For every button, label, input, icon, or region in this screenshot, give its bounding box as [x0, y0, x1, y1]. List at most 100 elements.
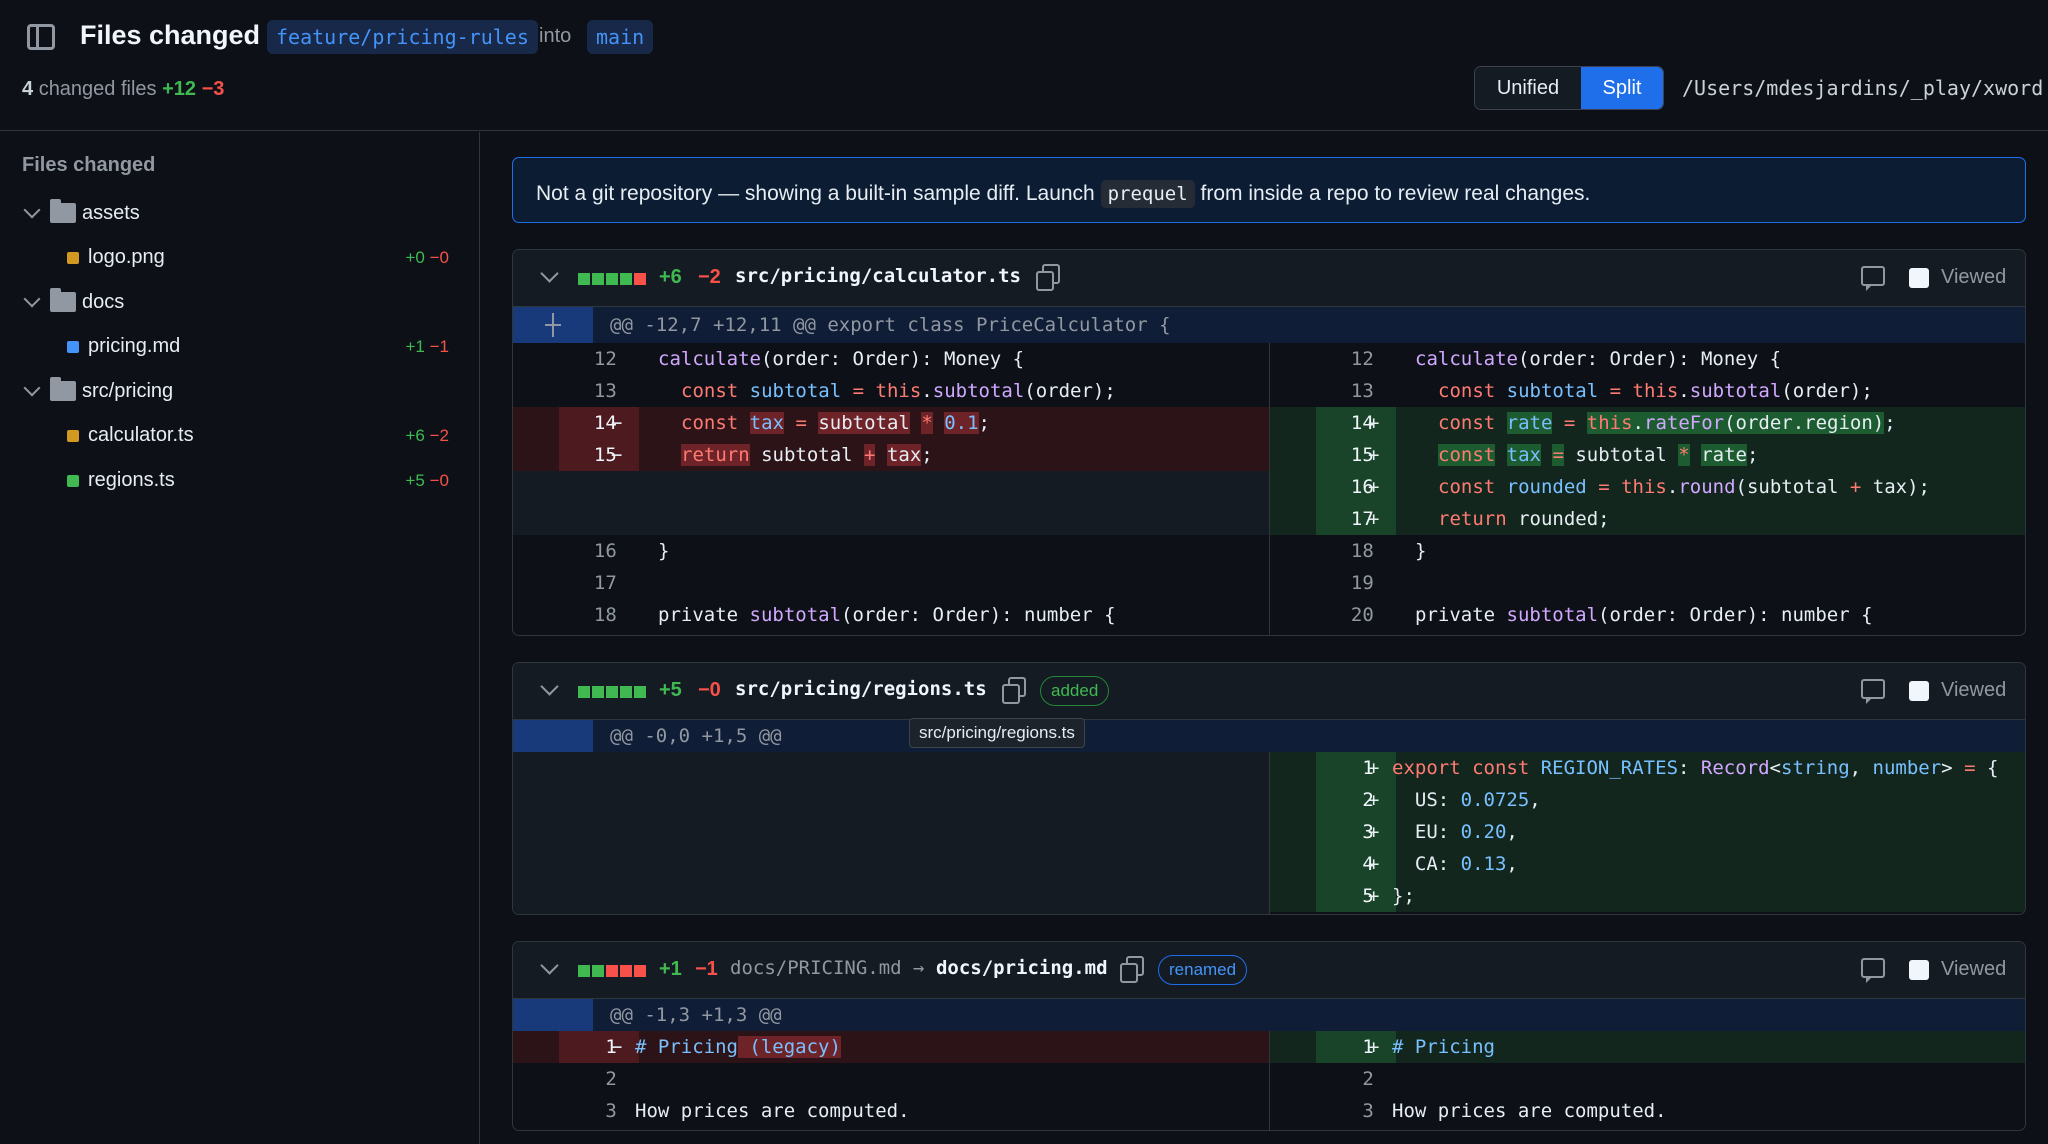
expand-icon[interactable]: [545, 313, 561, 337]
tree-label: assets: [82, 202, 140, 224]
tree-label: regions.ts: [88, 469, 175, 491]
diff-line-deleted: 14− const tax = subtotal * 0.1;: [513, 407, 1269, 439]
diff-line: 17: [593, 572, 617, 594]
tree-folder-src-pricing[interactable]: src/pricing: [0, 372, 479, 412]
head-branch[interactable]: feature/pricing-rules: [267, 20, 538, 54]
diff-line-added: 3 + EU: 0.20,: [1270, 816, 2025, 848]
command-pill: prequel: [1100, 180, 1195, 208]
diff-line: 13 const subtotal = this.subtotal(order);: [593, 380, 1116, 402]
base-branch[interactable]: main: [587, 20, 654, 54]
diff-line: 20 private subtotal(order: Order): number…: [1350, 604, 1873, 626]
file-header: +6 −2 src/pricing/calculator.ts Viewed: [513, 250, 2025, 307]
header: Files changed feature/pricing-rules into…: [0, 0, 2048, 131]
file-name: src/pricing/calculator.ts: [735, 265, 1021, 287]
deletions-count: −0: [698, 679, 721, 701]
viewed-checkbox[interactable]: [1909, 960, 1929, 980]
sidebar-title: Files changed: [22, 154, 156, 176]
tree-file-regions[interactable]: regions.ts +5 −0: [0, 461, 479, 501]
hunk-header: @@ -0,0 +1,5 @@: [513, 720, 2025, 752]
diff-filler: [513, 752, 1269, 914]
file-stat: +6 −2: [405, 426, 449, 445]
folder-icon: [50, 288, 76, 312]
viewed-label: Viewed: [1941, 679, 2007, 701]
deletions-count: −1: [695, 958, 718, 980]
deletions-count: −2: [698, 266, 721, 288]
file-header: +1 −1 docs/PRICING.md → docs/pricing.md …: [513, 942, 2025, 999]
unified-button[interactable]: Unified: [1475, 67, 1581, 109]
additions-count: +1: [659, 958, 682, 980]
chevron-down-icon[interactable]: [540, 264, 559, 283]
file-diff-pricing-md: +1 −1 docs/PRICING.md → docs/pricing.md …: [512, 941, 2026, 1131]
tree-folder-docs[interactable]: docs: [0, 283, 479, 323]
status-badge: added: [1040, 676, 1110, 706]
hunk-header: @@ -1,3 +1,3 @@: [513, 999, 2025, 1031]
chevron-down-icon: [23, 379, 41, 397]
sidebar-toggle-icon[interactable]: [27, 24, 55, 50]
tree-label: pricing.md: [88, 335, 181, 357]
additions-count: +6: [659, 266, 682, 288]
diffstat-blocks: [578, 273, 646, 285]
chevron-down-icon[interactable]: [540, 956, 559, 975]
file-tree-sidebar: Files changed assets logo.png +0 −0 docs…: [0, 132, 480, 1144]
folder-icon: [50, 199, 76, 223]
viewed-checkbox[interactable]: [1909, 268, 1929, 288]
chevron-down-icon: [23, 201, 41, 219]
copy-icon[interactable]: [1036, 264, 1060, 291]
viewed-checkbox[interactable]: [1909, 681, 1929, 701]
tree-file-logo[interactable]: logo.png +0 −0: [0, 238, 479, 278]
split-button[interactable]: Split: [1581, 67, 1663, 109]
into-label: into: [539, 25, 572, 47]
repo-path: /Users/mdesjardins/_play/xword: [1682, 76, 2044, 100]
diff-line: 2: [1362, 1068, 1374, 1090]
file-status-dot: [67, 341, 79, 353]
diff-line: 3 How prices are computed.: [605, 1100, 910, 1122]
diff-line-added: 14 + const rate = this.rateFor(order.regio…: [1270, 407, 2025, 439]
diff-line-added: 1 + # Pricing: [1270, 1031, 2025, 1063]
diff-line: 18}: [1350, 540, 1427, 562]
tree-file-calculator[interactable]: calculator.ts +6 −2: [0, 416, 479, 456]
diff-line: 13 const subtotal = this.subtotal(order);: [1350, 380, 1873, 402]
diff-line: 12 calculate(order: Order): Money {: [593, 348, 1025, 370]
diff-line: 3 How prices are computed.: [1362, 1100, 1667, 1122]
hunk-header: @@ -12,7 +12,11 @@ export class PriceCal…: [513, 307, 2025, 343]
file-stat: +5 −0: [405, 471, 449, 490]
comment-icon[interactable]: [1861, 958, 1885, 983]
diff-line-deleted: 1− # Pricing (legacy): [513, 1031, 1269, 1063]
tree-label: docs: [82, 291, 125, 313]
copy-icon[interactable]: [1002, 677, 1026, 704]
diff-line-added: 16 + const rounded = this.round(subtotal +…: [1270, 471, 2025, 503]
folder-icon: [50, 377, 76, 401]
info-banner: Not a git repository — showing a built-i…: [512, 157, 2026, 223]
tree-file-pricing-md[interactable]: pricing.md +1 −1: [0, 327, 479, 367]
copy-icon[interactable]: [1120, 956, 1144, 983]
diff-line: 2: [605, 1068, 617, 1090]
page-title: Files changed: [80, 20, 261, 50]
chevron-down-icon[interactable]: [540, 677, 559, 696]
file-stat: +1 −1: [405, 337, 449, 356]
file-header: +5 −0 src/pricing/regions.ts added Viewe…: [513, 663, 2025, 720]
changed-files-summary: 4 changed files +12 −3: [22, 78, 225, 100]
diff-line: 16}: [593, 540, 670, 562]
viewed-label: Viewed: [1941, 958, 2007, 980]
file-name: src/pricing/regions.ts: [735, 678, 987, 700]
diff-line-added: 17 + return rounded;: [1270, 503, 2025, 535]
tree-folder-assets[interactable]: assets: [0, 194, 479, 234]
tree-label: calculator.ts: [88, 424, 194, 446]
comment-icon[interactable]: [1861, 266, 1885, 291]
tree-label: src/pricing: [82, 380, 174, 402]
file-path-tooltip: src/pricing/regions.ts: [909, 718, 1085, 748]
file-stat: +0 −0: [405, 248, 449, 267]
comment-icon[interactable]: [1861, 679, 1885, 704]
file-diff-regions: +5 −0 src/pricing/regions.ts added Viewe…: [512, 662, 2026, 915]
diff-line-deleted: 15− return subtotal + tax;: [513, 439, 1269, 471]
diff-filler: [513, 471, 1269, 535]
file-name: docs/PRICING.md → docs/pricing.md: [730, 957, 1108, 979]
diff-line: 12 calculate(order: Order): Money {: [1350, 348, 1782, 370]
diff-line-added: 15 + const tax = subtotal * rate;: [1270, 439, 2025, 471]
diff-line-added: 4 + CA: 0.13,: [1270, 848, 2025, 880]
file-diff-calculator: +6 −2 src/pricing/calculator.ts Viewed @…: [512, 249, 2026, 636]
diff-line: 19: [1350, 572, 1374, 594]
viewed-label: Viewed: [1941, 266, 2007, 288]
diff-line-added: 2 + US: 0.0725,: [1270, 784, 2025, 816]
additions-count: +5: [659, 679, 682, 701]
